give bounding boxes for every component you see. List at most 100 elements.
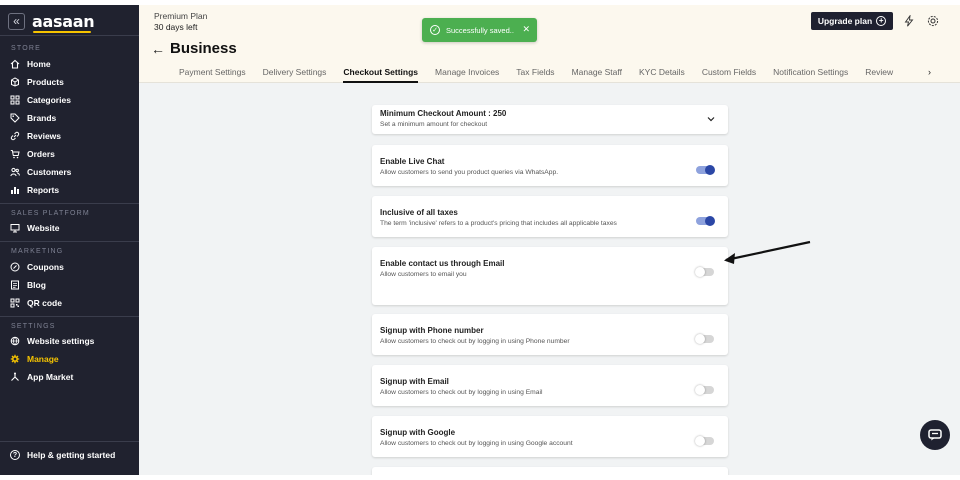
sidebar-item-coupons[interactable]: Coupons: [10, 260, 64, 274]
sidebar-item-blog[interactable]: Blog: [10, 278, 46, 292]
plan-name: Premium Plan: [154, 11, 208, 21]
coupon-icon: [10, 262, 20, 272]
sidebar-item-reviews[interactable]: Reviews: [10, 129, 61, 143]
sidebar-item-categories[interactable]: Categories: [10, 93, 71, 107]
top-header: Premium Plan 30 days left ← Business Upg…: [139, 5, 960, 83]
setting-title: Inclusive of all taxes: [380, 208, 458, 217]
sidebar-item-home[interactable]: Home: [10, 57, 51, 71]
chevron-down-icon[interactable]: [706, 114, 716, 124]
plan-days-left: 30 days left: [154, 22, 198, 32]
bar-chart-icon: [10, 185, 20, 195]
qr-code-icon: [10, 298, 20, 308]
brand-row: « aasaan: [8, 11, 95, 33]
link-icon: [10, 131, 20, 141]
document-icon: [10, 280, 20, 290]
sidebar-item-brands[interactable]: Brands: [10, 111, 56, 125]
section-title-settings: SETTINGS: [11, 323, 56, 330]
sidebar-item-website-settings[interactable]: Website settings: [10, 334, 94, 348]
sidebar-item-label: Website: [27, 223, 60, 233]
settings-tabs: Payment Settings Delivery Settings Check…: [179, 67, 910, 83]
back-arrow-icon[interactable]: ←: [151, 41, 165, 57]
sidebar-item-customers[interactable]: Customers: [10, 165, 71, 179]
tabs-scroll-right-icon[interactable]: ›: [928, 67, 931, 77]
setting-card-signup-email: Signup with Email Allow customers to che…: [372, 365, 728, 406]
setting-title: Enable contact us through Email: [380, 259, 505, 268]
toggle-knob: [705, 165, 715, 175]
divider: [0, 35, 139, 36]
sidebar-item-label: Manage: [27, 354, 59, 364]
help-link[interactable]: ? Help & getting started: [10, 450, 115, 460]
divider: [0, 203, 139, 204]
contact-email-toggle[interactable]: [695, 267, 714, 277]
setting-card-signup-phone: Signup with Phone number Allow customers…: [372, 314, 728, 355]
tab-payment-settings[interactable]: Payment Settings: [179, 67, 246, 83]
tab-custom-fields[interactable]: Custom Fields: [702, 67, 756, 83]
setting-card-minimum-checkout[interactable]: Minimum Checkout Amount : 250 Set a mini…: [372, 105, 728, 134]
sidebar-item-orders[interactable]: Orders: [10, 147, 55, 161]
toggle-knob: [695, 267, 705, 277]
tab-notification-settings[interactable]: Notification Settings: [773, 67, 848, 83]
inclusive-taxes-toggle[interactable]: [696, 216, 715, 226]
sidebar-item-label: Products: [27, 77, 64, 87]
sidebar-item-label: Reviews: [27, 131, 62, 141]
divider: [0, 316, 139, 317]
monitor-icon: [10, 223, 20, 233]
sidebar-item-label: Home: [27, 59, 51, 69]
toast-message: Successfully saved..: [446, 25, 514, 35]
live-chat-toggle[interactable]: [696, 165, 715, 175]
sidebar-item-qr-code[interactable]: QR code: [10, 296, 62, 310]
settings-gear-icon[interactable]: [926, 14, 940, 28]
upgrade-plan-button[interactable]: Upgrade plan +: [811, 12, 893, 30]
tab-checkout-settings[interactable]: Checkout Settings: [343, 67, 419, 83]
setting-card-contact-email: Enable contact us through Email Allow cu…: [372, 247, 728, 305]
aasaan-logo[interactable]: aasaan: [32, 12, 95, 33]
check-circle-icon: ✓: [430, 25, 440, 35]
collapse-sidebar-button[interactable]: «: [8, 12, 25, 30]
tab-review[interactable]: Review: [865, 67, 893, 83]
cart-icon: [10, 149, 20, 159]
divider: [0, 441, 139, 442]
grid-icon: [10, 95, 20, 105]
success-toast: ✓ Successfully saved.. ✕: [422, 18, 537, 42]
sidebar-item-products[interactable]: Products: [10, 75, 64, 89]
help-label: Help & getting started: [27, 450, 116, 460]
upgrade-plan-label: Upgrade plan: [817, 16, 873, 26]
tab-kyc-details[interactable]: KYC Details: [639, 67, 685, 83]
sidebar-item-label: Website settings: [27, 336, 95, 346]
setting-title: Enable Live Chat: [380, 157, 445, 166]
tag-icon: [10, 113, 20, 123]
sidebar-item-label: Reports: [27, 185, 60, 195]
sidebar-item-website[interactable]: Website: [10, 221, 59, 235]
checkout-settings-panel: Minimum Checkout Amount : 250 Set a mini…: [139, 83, 960, 475]
help-icon: ?: [10, 450, 20, 460]
signup-email-toggle[interactable]: [695, 385, 714, 395]
toggle-knob: [695, 385, 705, 395]
signup-google-toggle[interactable]: [695, 436, 714, 446]
chat-button[interactable]: [920, 420, 950, 450]
sidebar-item-manage[interactable]: Manage: [10, 352, 59, 366]
setting-card-partial: [372, 467, 728, 475]
annotation-arrow-icon: [724, 240, 811, 264]
setting-title: Minimum Checkout Amount : 250: [380, 109, 507, 118]
app-window: « aasaan STORE Home Products Categories …: [0, 5, 960, 475]
lightning-icon[interactable]: [902, 14, 916, 28]
tab-manage-invoices[interactable]: Manage Invoices: [435, 67, 499, 83]
gear-icon: [10, 354, 20, 364]
tab-manage-staff[interactable]: Manage Staff: [572, 67, 622, 83]
apps-icon: [10, 372, 20, 382]
setting-card-signup-google: Signup with Google Allow customers to ch…: [372, 416, 728, 457]
sidebar-item-label: Categories: [27, 95, 71, 105]
tab-tax-fields[interactable]: Tax Fields: [516, 67, 554, 83]
section-title-marketing: MARKETING: [11, 248, 64, 255]
sidebar-item-label: Customers: [27, 167, 72, 177]
sidebar-item-app-market[interactable]: App Market: [10, 370, 73, 384]
sidebar-item-reports[interactable]: Reports: [10, 183, 59, 197]
page-title-row: ← Business: [151, 40, 237, 57]
signup-phone-toggle[interactable]: [695, 334, 714, 344]
box-icon: [10, 77, 20, 87]
setting-description: Allow customers to send you product quer…: [380, 169, 559, 176]
setting-description: The term 'inclusive' refers to a product…: [380, 220, 617, 227]
toast-close-icon[interactable]: ✕: [522, 24, 530, 35]
home-icon: [10, 59, 20, 69]
tab-delivery-settings[interactable]: Delivery Settings: [263, 67, 327, 83]
